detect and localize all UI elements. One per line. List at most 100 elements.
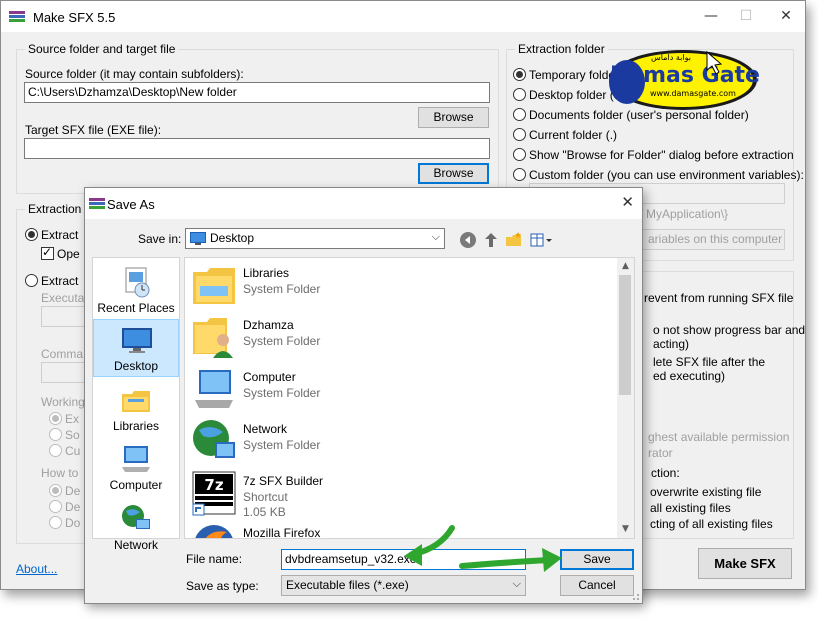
overwrite-option-1: overwrite existing file: [650, 485, 762, 499]
radio-working-1[interactable]: [49, 412, 62, 425]
delete-sfx-label-2: ed executing): [653, 369, 726, 383]
working-label: Working: [41, 395, 85, 409]
target-browse-button[interactable]: Browse: [418, 163, 489, 184]
save-in-select[interactable]: Desktop ⌵: [185, 228, 445, 249]
custom-folder-label: Custom folder (you can use environment v…: [529, 168, 804, 182]
file-name: Computer: [243, 370, 296, 384]
maximize-button[interactable]: ☐: [736, 7, 756, 27]
chevron-down-icon: ⌵: [512, 577, 521, 590]
new-folder-icon[interactable]: [505, 231, 523, 249]
place-computer-label: Computer: [109, 478, 163, 492]
place-recent-label: Recent Places: [97, 301, 175, 315]
action-label: ction:: [651, 466, 680, 480]
computer-icon: [122, 446, 150, 472]
save-button[interactable]: Save: [560, 549, 634, 570]
make-sfx-button[interactable]: Make SFX: [698, 548, 792, 579]
resize-grip-icon[interactable]: [630, 591, 640, 601]
file-name: 7z SFX Builder: [243, 474, 324, 488]
user-folder-icon: [193, 318, 233, 358]
variables-button[interactable]: ariables on this computer: [639, 229, 785, 250]
file-item[interactable]: Network System Folder: [191, 416, 611, 468]
file-item[interactable]: Mozilla Firefox: [191, 520, 611, 538]
target-file-label: Target SFX file (EXE file):: [25, 123, 162, 137]
source-browse-button[interactable]: Browse: [418, 107, 489, 128]
how-option-2: De: [65, 500, 81, 514]
radio-extract[interactable]: [25, 228, 38, 241]
view-menu-icon[interactable]: [530, 231, 554, 249]
save-in-value: Desktop: [210, 231, 255, 245]
file-item[interactable]: 7z 7z SFX Builder Shortcut 1.05 KB: [191, 468, 611, 520]
radio-current-folder[interactable]: [513, 128, 526, 141]
radio-working-2[interactable]: [49, 428, 62, 441]
dialog-title: Save As: [107, 197, 155, 212]
overwrite-option-3: cting of all existing files: [650, 517, 773, 531]
place-desktop[interactable]: Desktop: [93, 319, 179, 377]
7z-shortcut-icon: 7z: [192, 471, 236, 516]
dialog-close-button[interactable]: ✕: [621, 193, 634, 211]
computer-icon: [195, 370, 233, 408]
working-option-3: Cu: [65, 444, 81, 458]
open-checkbox[interactable]: [41, 245, 54, 260]
place-network[interactable]: Network: [93, 499, 179, 557]
save-as-dialog: Save As ✕ Save in: Desktop ⌵ Recent Plac…: [84, 187, 643, 604]
save-type-label: Save as type:: [186, 579, 259, 593]
cancel-button[interactable]: Cancel: [560, 575, 634, 596]
file-item[interactable]: Computer System Folder: [191, 364, 611, 416]
file-type: System Folder: [243, 282, 321, 296]
file-type: Shortcut: [243, 490, 288, 504]
radio-temporary-folder[interactable]: [513, 68, 526, 81]
file-item[interactable]: Libraries System Folder: [191, 260, 611, 312]
scroll-thumb[interactable]: [619, 275, 631, 395]
permission-label-1: ghest available permission: [648, 430, 790, 444]
places-bar: Recent Places Desktop Libraries Computer…: [92, 257, 180, 552]
winrar-icon: [9, 11, 25, 22]
network-icon: [122, 505, 150, 529]
svg-text:Damas Gate: Damas Gate: [610, 63, 760, 88]
save-type-select[interactable]: Executable files (*.exe) ⌵: [281, 575, 526, 596]
permission-label-2: rator: [648, 446, 673, 460]
scroll-down-icon[interactable]: ▼: [617, 521, 634, 538]
place-recent[interactable]: Recent Places: [93, 262, 179, 320]
file-type: System Folder: [243, 334, 321, 348]
radio-desktop-folder[interactable]: [513, 88, 526, 101]
radio-browse-dialog[interactable]: [513, 148, 526, 161]
radio-working-3[interactable]: [49, 444, 62, 457]
current-folder-label: Current folder (.): [529, 128, 618, 142]
place-libraries[interactable]: Libraries: [93, 380, 179, 438]
about-link[interactable]: About...: [16, 562, 57, 576]
radio-custom-folder[interactable]: [513, 168, 526, 181]
extract-label: Extract: [41, 228, 79, 242]
extraction-folder-title: Extraction folder: [515, 42, 608, 56]
radio-how-1[interactable]: [49, 484, 62, 497]
no-progress-label-1: o not show progress bar and: [653, 323, 806, 337]
dialog-titlebar[interactable]: Save As ✕: [85, 188, 642, 219]
place-libraries-label: Libraries: [112, 419, 160, 433]
file-type: System Folder: [243, 438, 321, 452]
radio-how-3[interactable]: [49, 516, 62, 529]
damas-gate-logo: Damas Gate www.damasgate.com بوابة داماس: [609, 50, 760, 110]
how-option-1: De: [65, 484, 81, 498]
save-type-value: Executable files (*.exe): [286, 578, 409, 592]
radio-extract-execute[interactable]: [25, 274, 38, 287]
up-folder-icon[interactable]: [482, 231, 500, 249]
file-list-scrollbar[interactable]: ▲ ▼: [617, 258, 634, 538]
delete-sfx-label-1: lete SFX file after the: [653, 355, 766, 369]
working-option-1: Ex: [65, 412, 80, 426]
radio-documents-folder[interactable]: [513, 108, 526, 121]
file-list: Libraries System Folder Dzhamza System F…: [184, 257, 635, 539]
close-button[interactable]: ✕: [776, 7, 796, 27]
file-size: 1.05 KB: [243, 505, 286, 519]
svg-text:www.damasgate.com: www.damasgate.com: [650, 89, 736, 98]
radio-how-2[interactable]: [49, 500, 62, 513]
file-name-input[interactable]: dvbdreamsetup_v32.exe: [281, 549, 526, 570]
place-computer[interactable]: Computer: [93, 439, 179, 497]
minimize-button[interactable]: —: [701, 7, 721, 27]
extract2-label: Extract: [41, 274, 79, 288]
main-titlebar[interactable]: Make SFX 5.5 — ☐ ✕: [1, 1, 805, 32]
target-file-input[interactable]: [24, 138, 490, 159]
save-in-label: Save in:: [138, 232, 182, 246]
source-folder-input[interactable]: C:\Users\Dzhamza\Desktop\New folder: [24, 82, 490, 103]
file-item[interactable]: Dzhamza System Folder: [191, 312, 611, 364]
scroll-up-icon[interactable]: ▲: [617, 258, 634, 275]
back-icon[interactable]: [459, 231, 477, 249]
